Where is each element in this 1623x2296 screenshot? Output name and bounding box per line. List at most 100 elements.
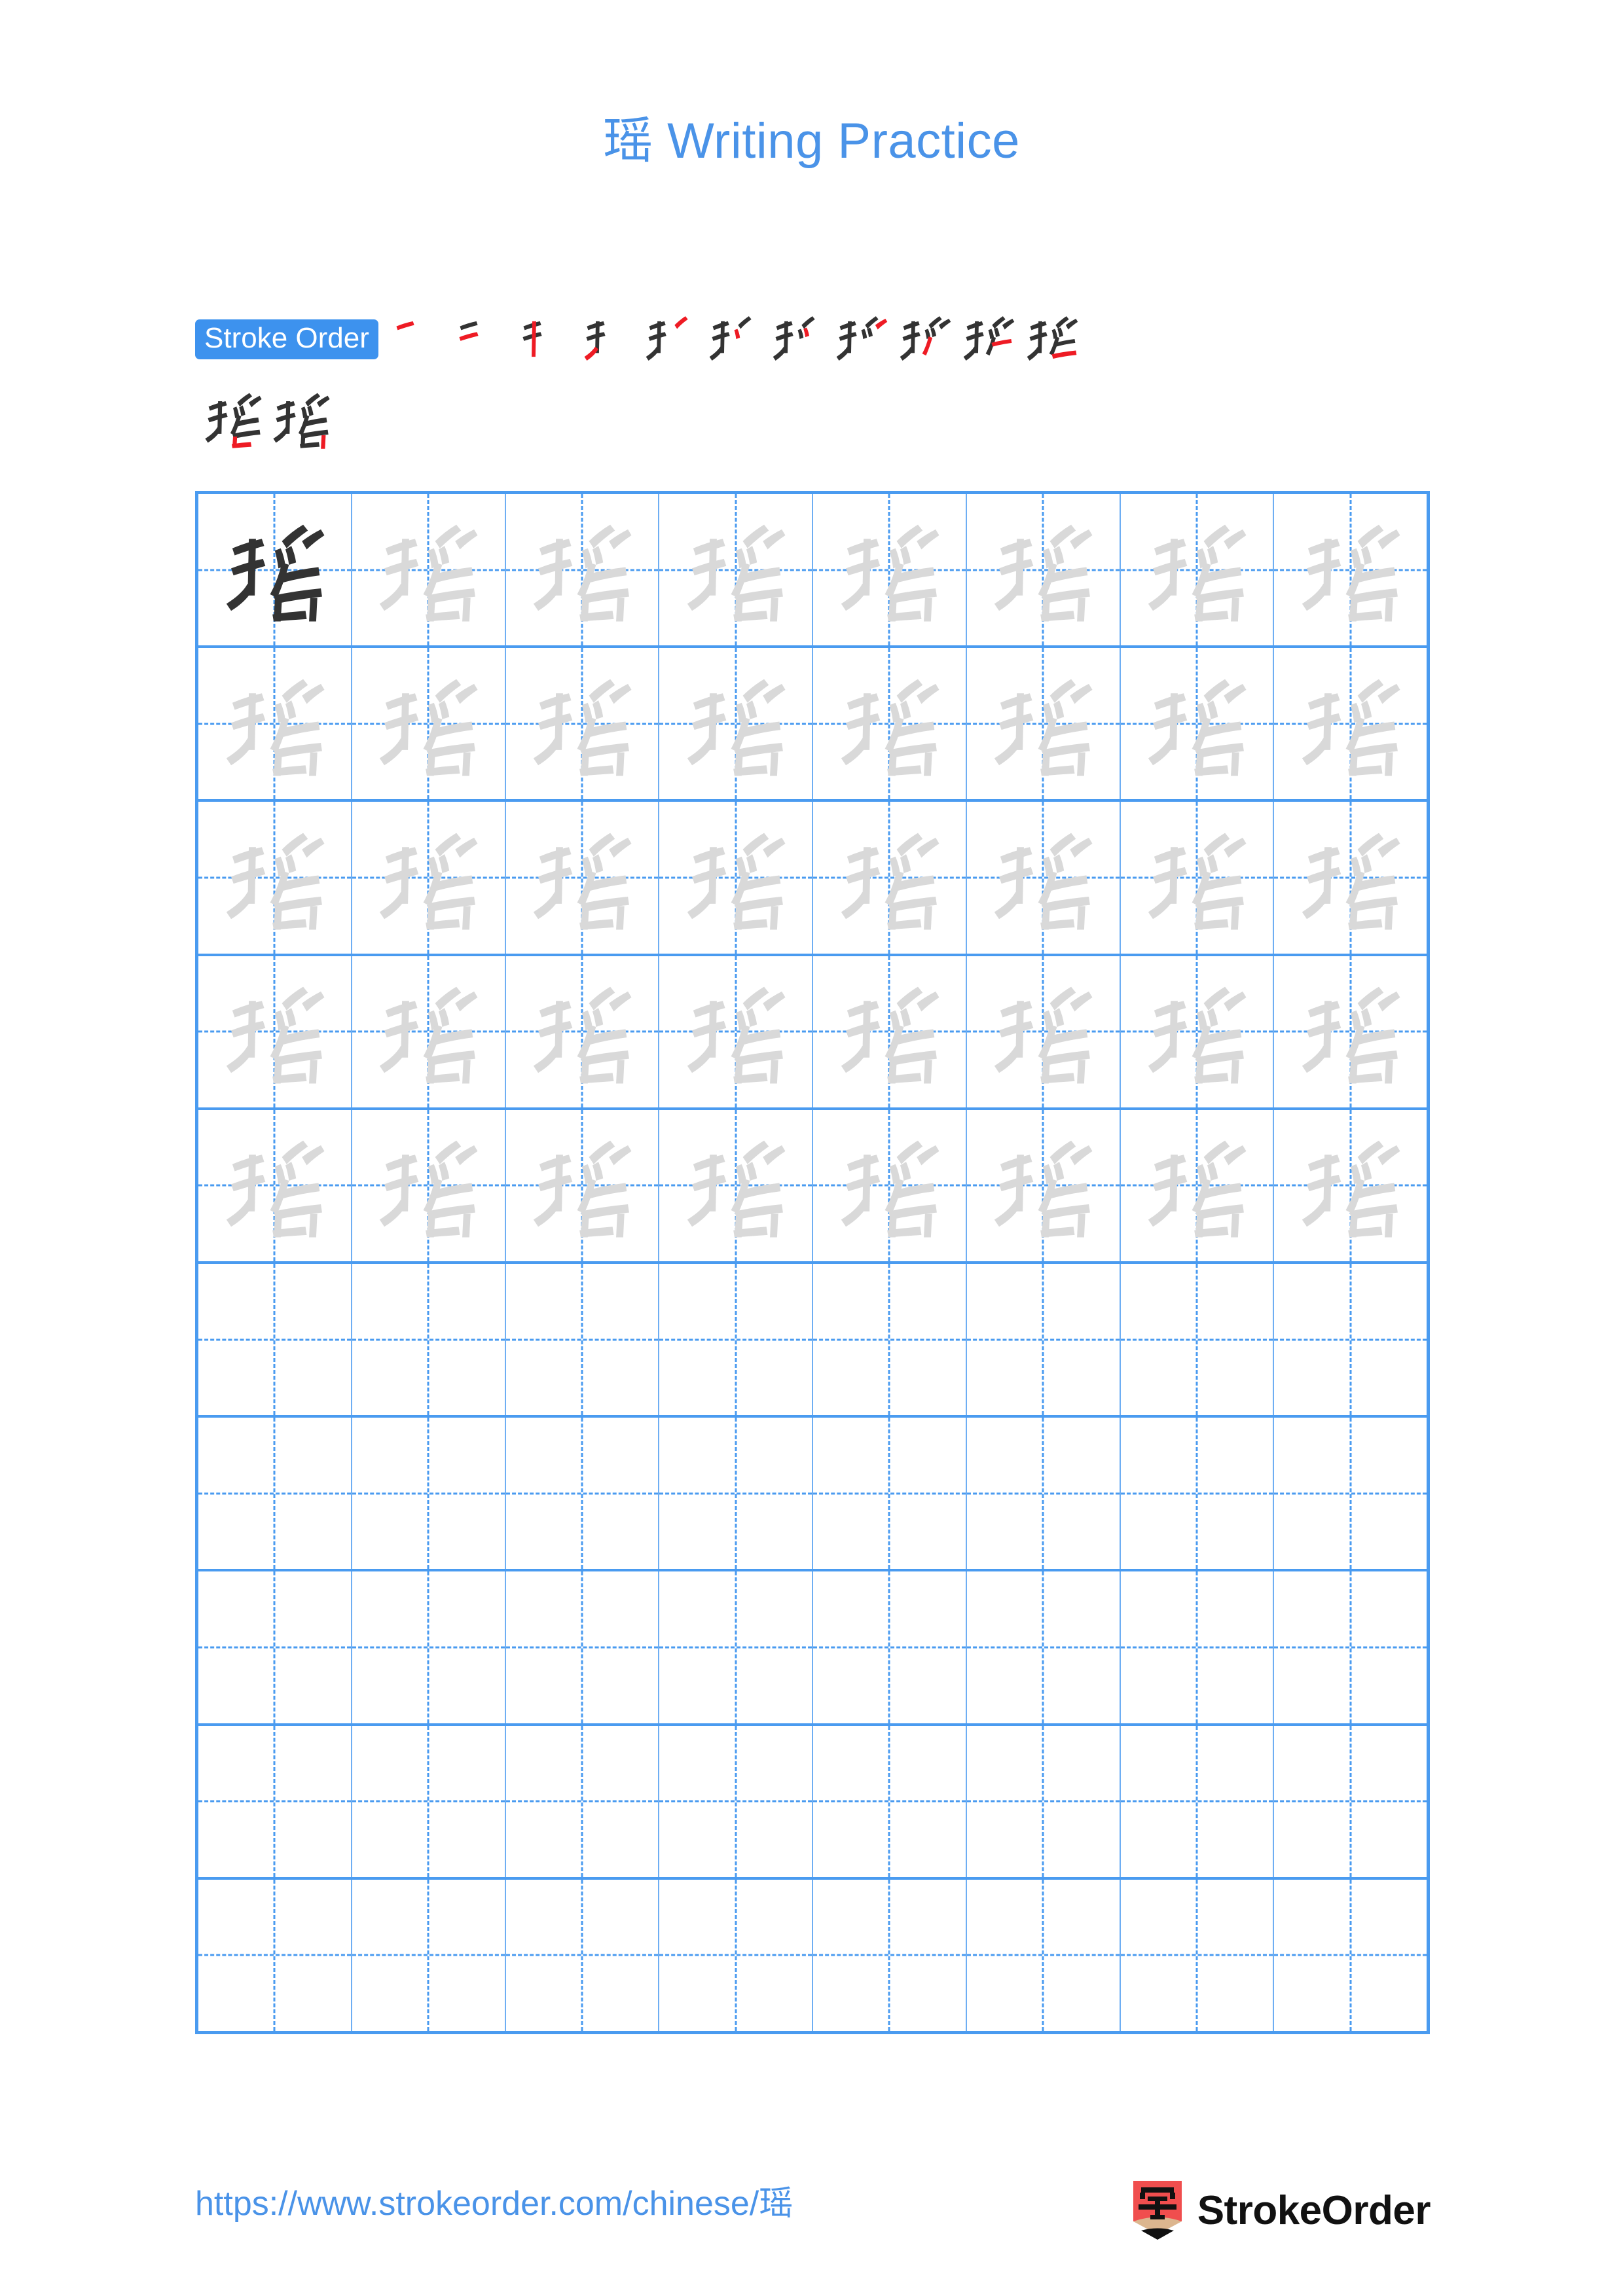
practice-grid-cell[interactable]: [352, 1418, 506, 1570]
practice-grid-cell[interactable]: [352, 494, 506, 646]
practice-grid-cell[interactable]: [198, 1571, 352, 1723]
practice-grid-cell[interactable]: [967, 1879, 1121, 2032]
tracing-character: [506, 1110, 659, 1261]
practice-grid-cell[interactable]: [506, 494, 660, 646]
practice-grid-cell[interactable]: [967, 1418, 1121, 1570]
practice-grid-cell[interactable]: [1274, 1571, 1427, 1723]
tracing-character: [659, 648, 812, 799]
practice-grid-cell[interactable]: [813, 1879, 967, 2032]
stroke-step-4: [575, 304, 639, 374]
practice-grid-cell[interactable]: [967, 956, 1121, 1107]
tracing-character: [506, 648, 659, 799]
tracing-character: [1121, 802, 1273, 953]
practice-grid-cell[interactable]: [506, 1418, 660, 1570]
practice-grid-cell[interactable]: [506, 1571, 660, 1723]
practice-grid-cell[interactable]: [967, 648, 1121, 800]
source-url-link[interactable]: https://www.strokeorder.com/chinese/瑶: [195, 2183, 793, 2224]
practice-grid-cell[interactable]: [813, 648, 967, 800]
practice-grid-cell[interactable]: [352, 956, 506, 1107]
practice-grid-cell[interactable]: [659, 1418, 813, 1570]
practice-grid-cell[interactable]: [1121, 1879, 1275, 2032]
practice-grid-cell[interactable]: [967, 1109, 1121, 1262]
practice-grid-cell[interactable]: [1274, 1418, 1427, 1569]
practice-grid-cell[interactable]: [813, 1725, 967, 1877]
tracing-character: [659, 1110, 812, 1261]
stroke-step-7: [766, 304, 830, 374]
practice-grid-cell[interactable]: [506, 1264, 660, 1416]
practice-grid-cell[interactable]: [659, 1264, 813, 1416]
brand-logo-group[interactable]: StrokeOrder: [1131, 2179, 1431, 2242]
practice-grid-cell[interactable]: [967, 1725, 1121, 1877]
practice-grid-cell[interactable]: [659, 494, 813, 646]
stroke-order-row-1: Stroke Order: [195, 302, 1432, 376]
practice-grid-row: [198, 1264, 1427, 1418]
practice-grid-cell[interactable]: [1121, 494, 1275, 646]
practice-grid-cell[interactable]: [813, 956, 967, 1107]
practice-grid-cell[interactable]: [659, 1725, 813, 1877]
practice-grid-cell[interactable]: [198, 802, 352, 954]
practice-grid-cell[interactable]: [813, 1109, 967, 1262]
practice-grid-cell[interactable]: [1274, 494, 1427, 645]
practice-grid-cell[interactable]: [967, 1571, 1121, 1723]
practice-grid-cell[interactable]: [506, 956, 660, 1107]
practice-grid-cell[interactable]: [1274, 802, 1427, 953]
practice-grid-cell[interactable]: [352, 1264, 506, 1416]
practice-grid-cell[interactable]: [506, 648, 660, 800]
practice-grid-cell[interactable]: [1121, 956, 1275, 1107]
practice-grid-cell[interactable]: [1121, 1418, 1275, 1570]
practice-grid-cell[interactable]: [1121, 1109, 1275, 1262]
practice-grid-cell[interactable]: [967, 494, 1121, 646]
practice-grid-cell[interactable]: [813, 494, 967, 646]
practice-grid-cell[interactable]: [967, 802, 1121, 954]
practice-grid-cell[interactable]: [198, 1418, 352, 1570]
practice-grid-cell[interactable]: [1121, 1571, 1275, 1723]
practice-grid-cell[interactable]: [659, 1879, 813, 2032]
practice-grid-cell[interactable]: [659, 956, 813, 1107]
practice-grid-cell[interactable]: [506, 1879, 660, 2032]
practice-grid-cell[interactable]: [813, 1264, 967, 1416]
practice-grid-cell[interactable]: [813, 1571, 967, 1723]
practice-grid-cell[interactable]: [198, 1109, 352, 1262]
practice-grid-cell[interactable]: [198, 494, 352, 646]
practice-grid-row: [198, 956, 1427, 1110]
stroke-step-3: [512, 304, 575, 374]
practice-grid-cell[interactable]: [813, 1418, 967, 1570]
tracing-character: [352, 1110, 505, 1261]
tracing-character: [1121, 494, 1273, 645]
practice-grid-cell[interactable]: [1274, 1264, 1427, 1415]
practice-grid-cell[interactable]: [1274, 956, 1427, 1107]
practice-grid-cell[interactable]: [1274, 648, 1427, 799]
practice-grid-cell[interactable]: [198, 1879, 352, 2032]
tracing-character: [352, 956, 505, 1107]
practice-grid-cell[interactable]: [352, 648, 506, 800]
practice-grid-cell[interactable]: [1274, 1726, 1427, 1877]
tracing-character: [813, 802, 966, 953]
practice-grid-cell[interactable]: [198, 648, 352, 800]
practice-grid-cell[interactable]: [659, 648, 813, 800]
practice-grid-cell[interactable]: [352, 802, 506, 954]
practice-grid-cell[interactable]: [198, 1264, 352, 1416]
practice-grid-cell[interactable]: [1121, 1725, 1275, 1877]
practice-grid-cell[interactable]: [1274, 1880, 1427, 2031]
practice-grid-cell[interactable]: [659, 1571, 813, 1723]
practice-grid-cell[interactable]: [352, 1109, 506, 1262]
practice-grid-cell[interactable]: [352, 1879, 506, 2032]
practice-grid-cell[interactable]: [506, 1725, 660, 1877]
tracing-character: [198, 1110, 351, 1261]
practice-grid-cell[interactable]: [352, 1571, 506, 1723]
stroke-step-11: [1020, 304, 1084, 374]
practice-grid-cell[interactable]: [352, 1725, 506, 1877]
practice-grid-cell[interactable]: [967, 1264, 1121, 1416]
practice-grid-cell[interactable]: [198, 956, 352, 1107]
tracing-character: [506, 494, 659, 645]
practice-grid-cell[interactable]: [506, 1109, 660, 1262]
practice-grid-cell[interactable]: [1121, 1264, 1275, 1416]
practice-grid-cell[interactable]: [1274, 1110, 1427, 1261]
practice-grid-cell[interactable]: [813, 802, 967, 954]
practice-grid-cell[interactable]: [1121, 802, 1275, 954]
practice-grid-cell[interactable]: [659, 1109, 813, 1262]
practice-grid-cell[interactable]: [659, 802, 813, 954]
practice-grid-cell[interactable]: [198, 1725, 352, 1877]
practice-grid-cell[interactable]: [1121, 648, 1275, 800]
practice-grid-cell[interactable]: [506, 802, 660, 954]
